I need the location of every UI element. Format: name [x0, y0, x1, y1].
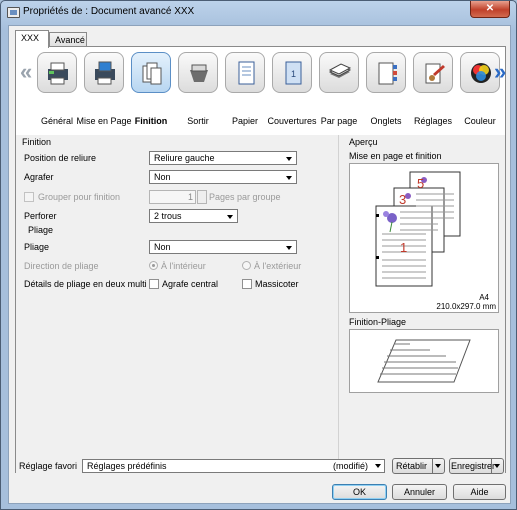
chevron-down-icon[interactable] — [491, 459, 503, 473]
punch-select[interactable]: 2 trous — [149, 209, 238, 223]
chevron-down-icon — [284, 242, 294, 252]
svg-text:1: 1 — [291, 69, 296, 79]
binding-position-value: Reliure gauche — [154, 153, 215, 163]
preview-group-title: Aperçu — [349, 137, 378, 147]
pages-per-group-input[interactable]: 1 — [149, 190, 196, 204]
tab-panel: « Général Mise en Page Finition Sortir P… — [15, 46, 506, 473]
divider — [338, 135, 339, 473]
punch-label: Perforer — [24, 211, 57, 221]
tab-xxx[interactable]: XXX — [15, 30, 49, 48]
printer-window-icon — [7, 7, 20, 18]
fold-inside-radio[interactable] — [149, 261, 158, 270]
finition-group-title: Finition — [22, 137, 52, 147]
chevron-down-icon[interactable] — [432, 459, 444, 473]
fold-label: Pliage — [24, 242, 50, 252]
chevron-down-icon — [371, 459, 385, 473]
pages-per-group-stepper[interactable] — [197, 190, 207, 204]
save-button[interactable]: Enregistrer — [449, 458, 504, 474]
paper-size: 210.0x297.0 mm — [436, 302, 496, 311]
save-label: Enregistrer — [451, 461, 496, 471]
tab-avance[interactable]: Avancé — [49, 32, 87, 47]
binding-position-label: Position de reliure — [24, 153, 97, 163]
paper-icon — [225, 52, 265, 93]
reset-button[interactable]: Rétablir — [392, 458, 445, 474]
fold-preview-label: Finition-Pliage — [349, 317, 407, 327]
cancel-button[interactable]: Annuler — [392, 484, 447, 500]
trimmer-checkbox[interactable] — [242, 279, 252, 289]
fold-details-label: Détails de pliage en deux multi — [24, 279, 147, 289]
binding-position-select[interactable]: Reliure gauche — [149, 151, 297, 165]
help-button[interactable]: Aide — [453, 484, 506, 500]
tabs-icon — [366, 52, 406, 93]
fold-direction-label: Direction de pliage — [24, 261, 99, 271]
fold-select[interactable]: Non — [149, 240, 297, 254]
printer-general-icon — [37, 52, 77, 93]
staple-value: Non — [154, 172, 171, 182]
properties-window: Propriétés de : Document avancé XXX ✕ XX… — [0, 0, 517, 510]
title-bar: Propriétés de : Document avancé XXX ✕ — [1, 1, 516, 25]
scroll-left-icon[interactable]: « — [20, 59, 32, 85]
group-finish-checkbox[interactable] — [24, 192, 34, 202]
pliage-group-title: Pliage — [28, 225, 54, 235]
covers-icon: 1 — [272, 52, 312, 93]
staple-select[interactable]: Non — [149, 170, 297, 184]
favorite-setting-value: Réglages prédéfinis — [87, 461, 167, 471]
fold-outside-radio[interactable] — [242, 261, 251, 270]
fold-value: Non — [154, 242, 171, 252]
page-number-5: 5 — [417, 176, 424, 191]
staple-label: Agrafer — [24, 172, 54, 182]
fold-inside-label: À l'intérieur — [161, 261, 206, 271]
page-layout-icon — [84, 52, 124, 93]
pages-per-group-label: Pages par groupe — [209, 192, 281, 202]
chevron-down-icon — [373, 460, 383, 470]
group-finish-label: Grouper pour finition — [38, 192, 121, 202]
close-button[interactable]: ✕ — [470, 1, 510, 18]
stacked-pages-icon: 5 3 1 A4 210.0x297.0 mm — [375, 171, 496, 311]
scroll-right-icon[interactable]: » — [494, 59, 506, 85]
dialog-client: XXX Avancé « Général Mise en Page Finiti… — [8, 25, 511, 504]
fold-outside-label: À l'extérieur — [254, 261, 302, 271]
center-staple-label: Agrafe central — [162, 279, 219, 289]
feature-ribbon: « Général Mise en Page Finition Sortir P… — [16, 47, 506, 129]
center-staple-checkbox[interactable] — [149, 279, 159, 289]
layout-preview: 5 3 1 A4 210.0x297.0 mm — [349, 163, 499, 313]
page-number-1: 1 — [400, 240, 407, 255]
fold-preview — [349, 329, 499, 393]
window-title: Propriétés de : Document avancé XXX — [23, 6, 195, 17]
finishing-icon — [131, 52, 171, 93]
page-number-3: 3 — [399, 192, 406, 207]
favorite-setting-select[interactable]: Réglages prédéfinis (modifié) — [82, 459, 385, 473]
modified-indicator: (modifié) — [332, 461, 368, 471]
chevron-down-icon — [284, 153, 294, 163]
chevron-down-icon — [225, 211, 235, 221]
fold-paper-icon — [377, 339, 471, 383]
chevron-down-icon — [284, 172, 294, 182]
paper-name: A4 — [479, 293, 489, 302]
layout-finishing-label: Mise en page et finition — [349, 151, 442, 161]
trimmer-label: Massicoter — [255, 279, 299, 289]
per-page-icon — [319, 52, 359, 93]
reset-label: Rétablir — [396, 461, 428, 471]
favorite-setting-label: Réglage favori — [19, 461, 78, 471]
punch-value: 2 trous — [154, 211, 182, 221]
settings-body: Finition Position de reliure Reliure gau… — [16, 135, 505, 473]
ribbon-label: Couleur — [464, 116, 496, 126]
ok-button[interactable]: OK — [332, 484, 387, 500]
settings-icon — [413, 52, 453, 93]
output-tray-icon — [178, 52, 218, 93]
